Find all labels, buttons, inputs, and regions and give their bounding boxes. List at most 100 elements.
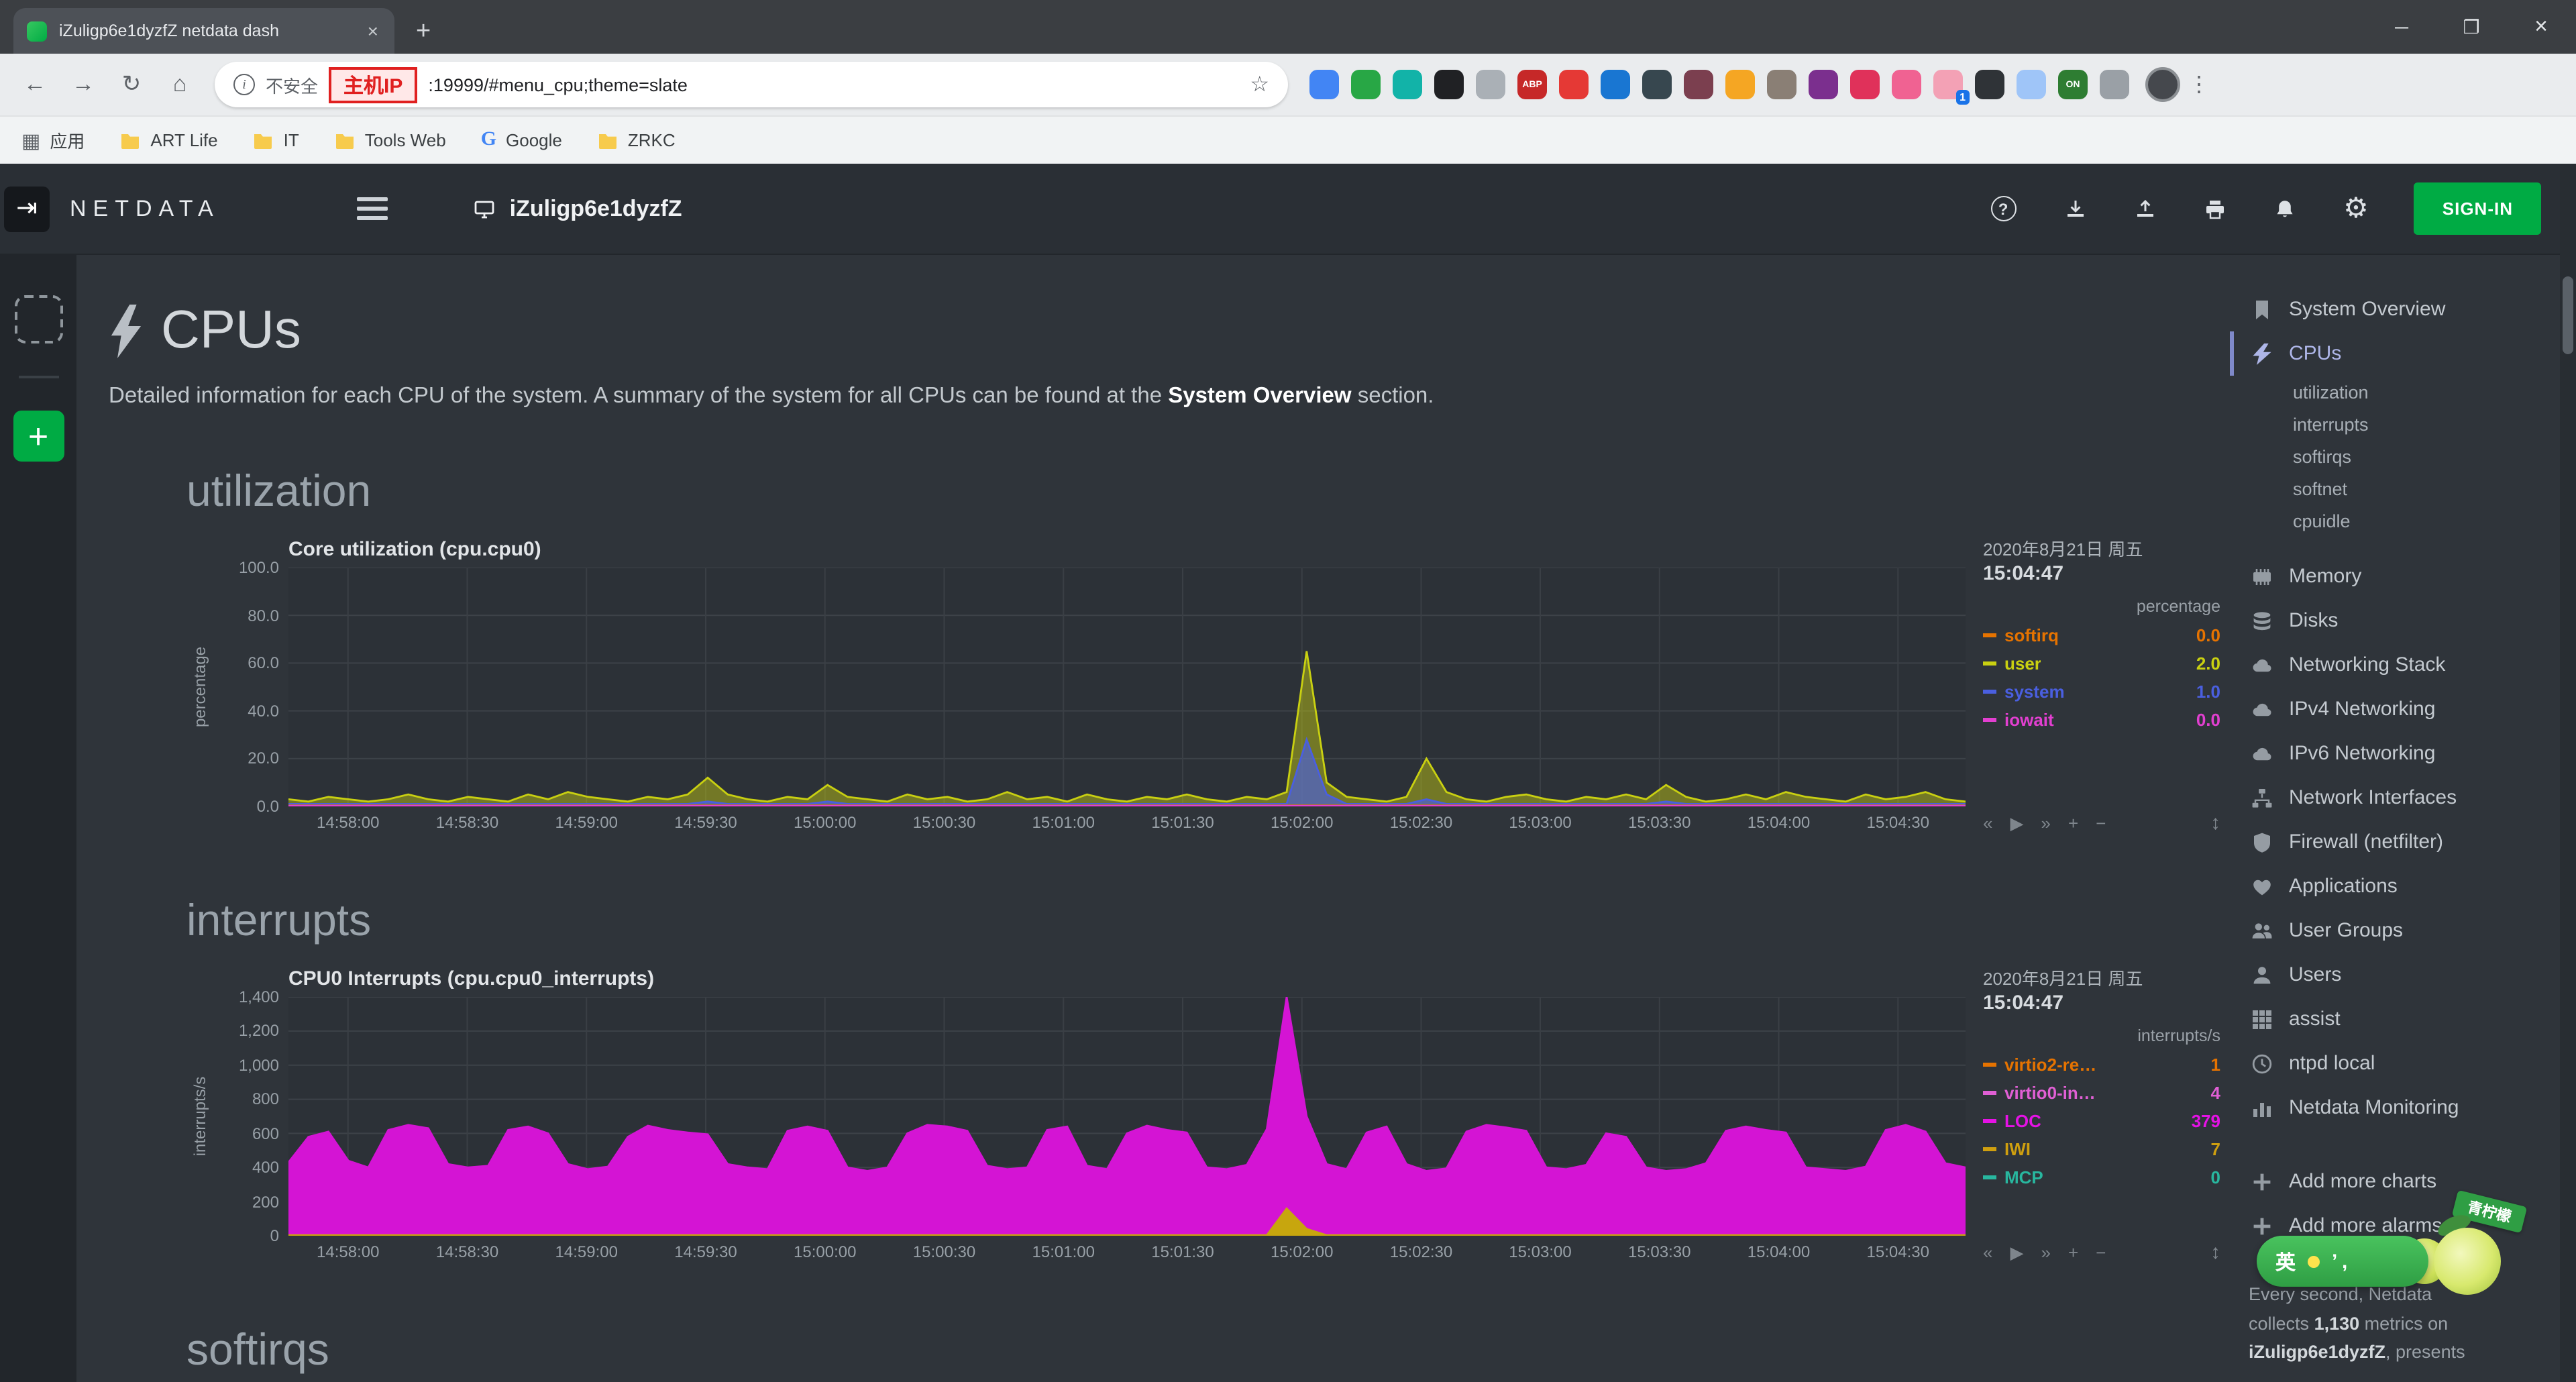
maximize-button[interactable]: ❐ bbox=[2436, 0, 2506, 54]
hamburger-menu-icon[interactable] bbox=[349, 190, 396, 228]
scrollbar[interactable] bbox=[2560, 164, 2576, 1382]
extension-icon[interactable] bbox=[1642, 70, 1672, 99]
extension-icon[interactable] bbox=[1725, 70, 1755, 99]
resize-handle[interactable]: ↕ bbox=[2210, 1241, 2220, 1264]
sidebar-item-ipv4-networking[interactable]: IPv4 Networking bbox=[2230, 687, 2560, 731]
extension-icon[interactable]: ABP bbox=[1517, 70, 1547, 99]
sidebar-item-applications[interactable]: Applications bbox=[2230, 864, 2560, 908]
extension-icon[interactable] bbox=[1767, 70, 1796, 99]
extension-icon[interactable] bbox=[1351, 70, 1381, 99]
selection-tool-icon[interactable] bbox=[14, 295, 62, 343]
sidebar-subitem-softirqs[interactable]: softirqs bbox=[2230, 440, 2560, 472]
play-button[interactable]: ▶ bbox=[2010, 1242, 2023, 1263]
legend-item-user[interactable]: user2.0 bbox=[1983, 649, 2220, 678]
add-button[interactable]: + bbox=[13, 411, 64, 462]
extension-icon[interactable] bbox=[1601, 70, 1630, 99]
sidebar-item-firewall-netfilter[interactable]: Firewall (netfilter) bbox=[2230, 820, 2560, 864]
sidebar-item-networking-stack[interactable]: Networking Stack bbox=[2230, 643, 2560, 687]
import-snapshot-button[interactable] bbox=[2064, 198, 2086, 219]
extension-icon[interactable]: ON bbox=[2058, 70, 2088, 99]
profile-avatar[interactable] bbox=[2145, 67, 2180, 102]
bookmark-folder[interactable]: ZRKC bbox=[597, 129, 676, 151]
extension-icon[interactable] bbox=[1892, 70, 1921, 99]
extension-icon[interactable] bbox=[1309, 70, 1339, 99]
forward-button[interactable]: → bbox=[62, 63, 105, 106]
legend-item-iwi[interactable]: IWI7 bbox=[1983, 1135, 2220, 1163]
sidebar-item-disks[interactable]: Disks bbox=[2230, 598, 2560, 643]
sidebar-item-user-groups[interactable]: User Groups bbox=[2230, 908, 2560, 953]
ime-language[interactable]: 英 bbox=[2275, 1247, 2296, 1275]
reload-button[interactable]: ↻ bbox=[110, 63, 153, 106]
legend-item-loc[interactable]: LOC379 bbox=[1983, 1107, 2220, 1135]
extension-icon[interactable] bbox=[1559, 70, 1589, 99]
bookmark-folder[interactable]: Tools Web bbox=[334, 129, 446, 151]
legend-item-virtio0-in[interactable]: virtio0-in…4 bbox=[1983, 1079, 2220, 1107]
sidebar-subitem-interrupts[interactable]: interrupts bbox=[2230, 408, 2560, 440]
pan-left-button[interactable]: « bbox=[1983, 1242, 1992, 1263]
extension-icon[interactable] bbox=[1975, 70, 2004, 99]
extension-icon[interactable] bbox=[1684, 70, 1713, 99]
print-button[interactable] bbox=[2204, 198, 2225, 219]
sidebar-item-ntpd-local[interactable]: ntpd local bbox=[2230, 1041, 2560, 1085]
sidebar-item-ipv6-networking[interactable]: IPv6 Networking bbox=[2230, 731, 2560, 776]
extension-icon[interactable] bbox=[1393, 70, 1422, 99]
alarms-button[interactable] bbox=[2273, 198, 2295, 219]
sidebar-subitem-utilization[interactable]: utilization bbox=[2230, 376, 2560, 408]
extension-icon[interactable] bbox=[1434, 70, 1464, 99]
browser-menu-icon[interactable]: ⋮ bbox=[2180, 71, 2218, 98]
host-selector[interactable]: iZuligp6e1dyzfZ bbox=[474, 195, 682, 222]
legend-item-system[interactable]: system1.0 bbox=[1983, 678, 2220, 706]
address-bar[interactable]: i 不安全 主机IP :19999/#menu_cpu;theme=slate … bbox=[215, 62, 1288, 107]
netdata-logo-icon[interactable]: ⇥ bbox=[4, 186, 50, 231]
sidebar-item-system-overview[interactable]: System Overview bbox=[2230, 287, 2560, 331]
sidebar-item-cpus[interactable]: CPUs bbox=[2230, 331, 2560, 376]
tab-close-icon[interactable]: × bbox=[365, 20, 381, 42]
extension-icon[interactable] bbox=[1476, 70, 1505, 99]
extension-icon[interactable] bbox=[1809, 70, 1838, 99]
home-button[interactable]: ⌂ bbox=[158, 63, 201, 106]
sidebar-item-network-interfaces[interactable]: Network Interfaces bbox=[2230, 776, 2560, 820]
legend-item-softirq[interactable]: softirq0.0 bbox=[1983, 621, 2220, 649]
pan-right-button[interactable]: » bbox=[2041, 1242, 2050, 1263]
browser-tab[interactable]: iZuligp6e1dyzfZ netdata dash × bbox=[13, 8, 394, 54]
sidebar-item-memory[interactable]: Memory bbox=[2230, 554, 2560, 598]
back-button[interactable]: ← bbox=[13, 63, 56, 106]
bookmark-folder[interactable]: ART Life bbox=[119, 129, 217, 151]
legend-item-mcp[interactable]: MCP0 bbox=[1983, 1163, 2220, 1191]
extension-icon[interactable] bbox=[1850, 70, 1880, 99]
bookmark-google[interactable]: G Google bbox=[481, 129, 562, 152]
sidebar-subitem-cpuidle[interactable]: cpuidle bbox=[2230, 504, 2560, 537]
zoom-out-button[interactable]: − bbox=[2096, 813, 2106, 833]
pan-right-button[interactable]: » bbox=[2041, 813, 2050, 833]
chart-plot-area[interactable] bbox=[288, 997, 1966, 1236]
extension-icon[interactable] bbox=[2017, 70, 2046, 99]
minimize-button[interactable]: ─ bbox=[2367, 0, 2436, 54]
bookmark-folder[interactable]: IT bbox=[253, 129, 299, 151]
zoom-in-button[interactable]: + bbox=[2068, 1242, 2078, 1263]
sidebar-subitem-softnet[interactable]: softnet bbox=[2230, 472, 2560, 504]
scrollbar-thumb[interactable] bbox=[2563, 276, 2573, 354]
sidebar-item-assist[interactable]: assist bbox=[2230, 997, 2560, 1041]
extension-icon[interactable]: 1 bbox=[1933, 70, 1963, 99]
resize-handle[interactable]: ↕ bbox=[2210, 812, 2220, 835]
close-button[interactable]: × bbox=[2506, 0, 2576, 54]
ime-toolbar[interactable]: 英 ’ , bbox=[2257, 1236, 2428, 1287]
system-overview-link[interactable]: System Overview bbox=[1168, 384, 1351, 408]
chart-plot-area[interactable] bbox=[288, 568, 1966, 806]
pan-left-button[interactable]: « bbox=[1983, 813, 1992, 833]
settings-button[interactable]: ⚙ bbox=[2343, 195, 2369, 223]
apps-shortcut[interactable]: ▦ 应用 bbox=[21, 127, 85, 153]
sidebar-item-add-more-charts[interactable]: Add more charts bbox=[2230, 1159, 2560, 1204]
zoom-out-button[interactable]: − bbox=[2096, 1242, 2106, 1263]
sidebar-item-netdata-monitoring[interactable]: Netdata Monitoring bbox=[2230, 1085, 2560, 1130]
bookmark-star-icon[interactable]: ☆ bbox=[1250, 71, 1269, 98]
play-button[interactable]: ▶ bbox=[2010, 812, 2023, 834]
legend-item-virtio2-re[interactable]: virtio2-re…1 bbox=[1983, 1051, 2220, 1079]
legend-item-iowait[interactable]: iowait0.0 bbox=[1983, 706, 2220, 734]
zoom-in-button[interactable]: + bbox=[2068, 813, 2078, 833]
export-snapshot-button[interactable] bbox=[2134, 198, 2155, 219]
page-info-icon[interactable]: i bbox=[233, 74, 255, 95]
sidebar-item-users[interactable]: Users bbox=[2230, 953, 2560, 997]
sign-in-button[interactable]: SIGN-IN bbox=[2414, 182, 2541, 235]
extension-icon[interactable] bbox=[2100, 70, 2129, 99]
